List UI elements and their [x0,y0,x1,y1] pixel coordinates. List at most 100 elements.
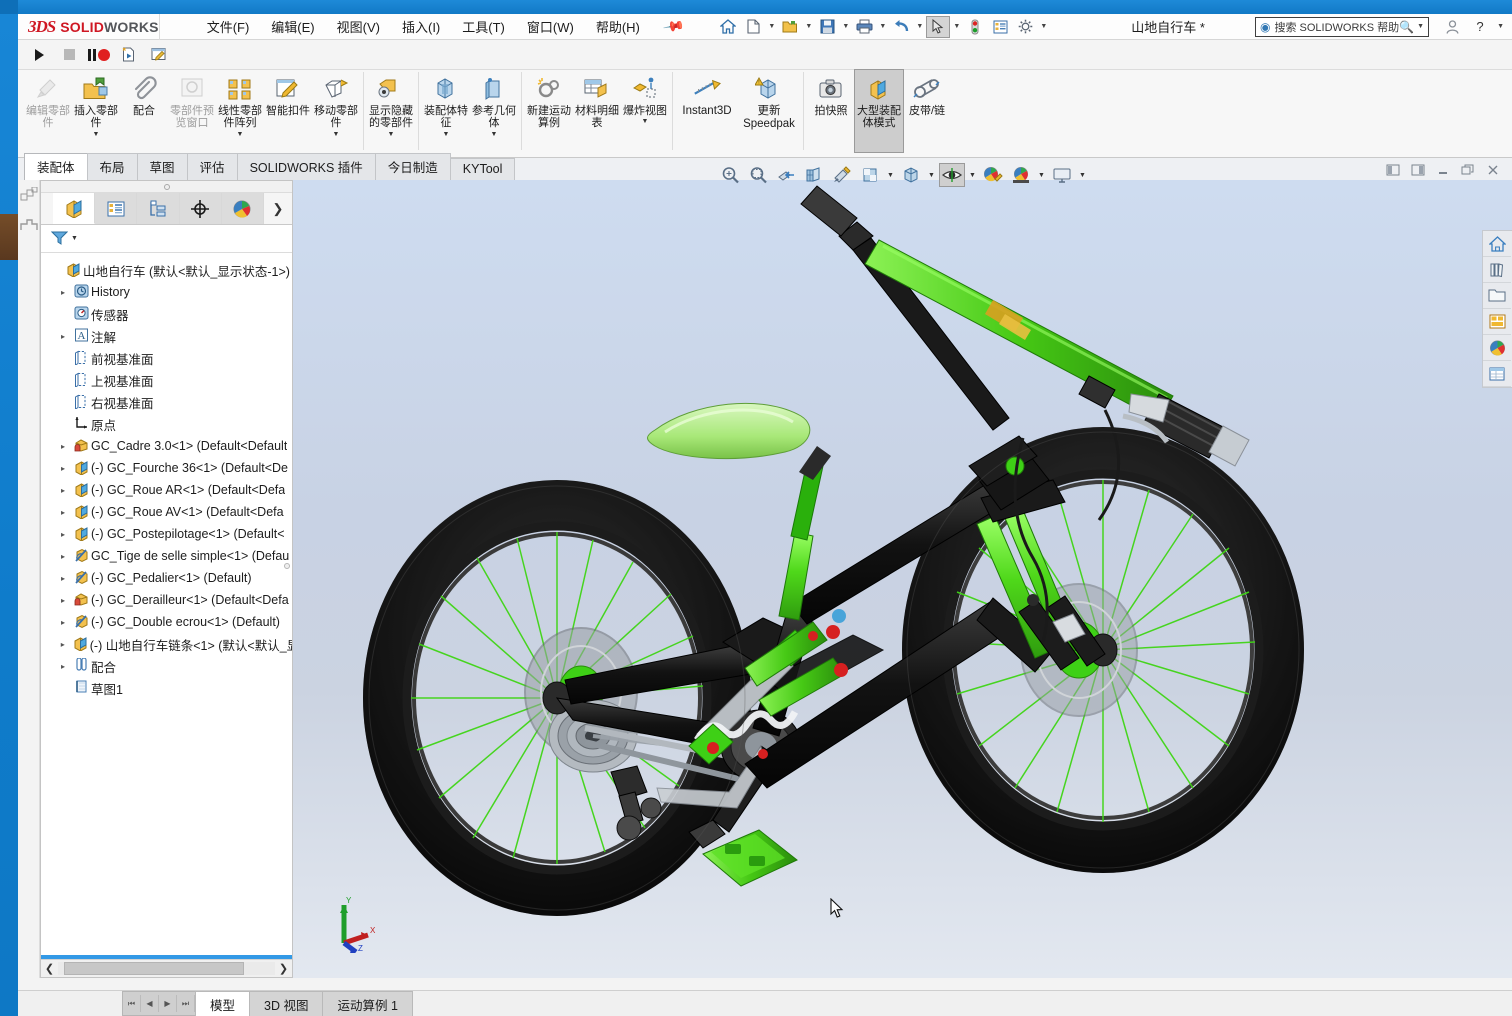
assembly-features-button[interactable]: 装配体特征 ▼ [422,70,470,152]
splitter-handle[interactable] [163,183,170,190]
tree-item-right-plane[interactable]: 右视基准面 [41,391,292,413]
update-speedpak-button[interactable]: ! 更新 Speedpak [738,70,800,152]
instant3d-button[interactable]: Instant3D [676,70,738,152]
configuration-manager-tab[interactable] [137,193,180,224]
view-palette-icon[interactable] [1483,309,1511,335]
view-orientation-icon[interactable] [801,163,827,187]
restore-document-icon[interactable] [1457,160,1479,180]
close-document-icon[interactable] [1482,160,1504,180]
exploded-view-caret[interactable]: ▼ [642,118,649,125]
edit-appearance-icon[interactable] [980,163,1006,187]
minimize-document-icon[interactable] [1432,160,1454,180]
tree-expand-roue-av[interactable]: ▸ [55,508,71,517]
new-motion-study-button[interactable]: 新建运动算例 [525,70,573,152]
gear-icon[interactable] [1013,16,1037,38]
help-search-caret[interactable]: ▼ [1417,23,1424,30]
chevron-right-icon[interactable]: ❯ [275,962,292,975]
previous-tab-button[interactable]: ◀ [141,995,159,1012]
tree-expand-history[interactable]: ▸ [55,288,71,297]
stop-button[interactable] [58,44,80,66]
tree-root-assembly[interactable]: 山地自行车 (默认<默认_显示状态-1>) [41,259,292,281]
apply-scene-palette-icon[interactable] [1008,163,1034,187]
tree-item-gc-cadre[interactable]: ▸ GC_Cadre 3.0<1> (Default<Default [41,435,292,457]
print-caret[interactable]: ▼ [877,16,888,38]
linear-pattern-caret[interactable]: ▼ [237,131,244,138]
tree-expand-mates[interactable]: ▸ [55,662,71,671]
save-caret[interactable]: ▼ [840,16,851,38]
tree-scroll-grip[interactable] [284,563,290,569]
tree-item-gc-postepilotage[interactable]: ▸ (-) GC_Postepilotage<1> (Default< [41,523,292,545]
restore-panel-right-icon[interactable] [1407,160,1429,180]
tree-item-bike-chain[interactable]: ▸ (-) 山地自行车链条<1> (默认<默认_显 [41,633,292,655]
linear-component-pattern-button[interactable]: 线性零部件阵列 ▼ [216,70,264,152]
view-display-caret[interactable]: ▼ [1077,163,1088,187]
edit-component-button[interactable]: 编辑零部件 [24,70,72,152]
hscroll-thumb[interactable] [64,962,244,975]
tree-expand-double-ecrou[interactable]: ▸ [55,618,71,627]
tree-horizontal-scrollbar[interactable]: ❮ ❯ [41,959,292,977]
tree-item-gc-roue-ar[interactable]: ▸ (-) GC_Roue AR<1> (Default<Defa [41,479,292,501]
property-manager-tab[interactable] [95,193,138,224]
new-document-icon[interactable] [741,16,765,38]
appearances-scenes-icon[interactable] [1483,335,1511,361]
structural-member-icon[interactable] [18,210,40,240]
menu-tools[interactable]: 工具(T) [451,14,516,39]
display-manager-tab[interactable] [221,193,264,224]
open-folder-icon[interactable] [778,16,802,38]
play-button[interactable] [28,44,50,66]
tree-item-gc-roue-av[interactable]: ▸ (-) GC_Roue AV<1> (Default<Defa [41,501,292,523]
home-icon[interactable] [716,16,740,38]
macro-new-icon[interactable] [118,44,140,66]
large-assembly-mode-button[interactable]: 大型装配体模式 [854,69,904,153]
filter-caret[interactable]: ▼ [71,235,78,242]
traffic-light-icon[interactable] [963,16,987,38]
assembly-features-caret[interactable]: ▼ [443,131,450,138]
tab-layout[interactable]: 布局 [86,153,138,180]
panel-splitter[interactable] [41,181,292,193]
tree-item-gc-derailleur[interactable]: ▸ (-) GC_Derailleur<1> (Default<Defa [41,589,292,611]
menu-file[interactable]: 文件(F) [196,14,261,39]
belt-chain-button[interactable]: 皮带/链 [903,70,951,152]
first-tab-button[interactable]: ⏮ [123,995,141,1012]
component-preview-window-button[interactable]: 零部件预览窗口 [168,70,216,152]
help-caret[interactable]: ▼ [1495,16,1506,38]
insert-component-button[interactable]: 插入零部件 ▼ [72,70,120,152]
reference-geometry-caret[interactable]: ▼ [491,131,498,138]
bottom-tab-motion-study-1[interactable]: 运动算例 1 [322,991,413,1016]
undo-icon[interactable] [889,16,913,38]
filter-icon[interactable] [50,230,69,248]
tree-item-front-plane[interactable]: 前视基准面 [41,347,292,369]
account-icon[interactable] [1439,16,1465,38]
pushpin-icon[interactable]: 📌 [662,15,685,39]
show-hidden-caret[interactable]: ▼ [388,131,395,138]
featuremanager-design-tree-tab[interactable] [53,193,96,224]
help-search-input[interactable]: 搜索 SOLIDWORKS 帮助 [1274,19,1399,35]
tree-item-annotations[interactable]: ▸ A 注解 [41,325,292,347]
bottom-tab-3d-views[interactable]: 3D 视图 [249,991,324,1016]
file-explorer-icon[interactable] [1483,283,1511,309]
tree-item-sketch1[interactable]: 草图1 [41,677,292,699]
graphics-viewport[interactable]: Y X Z [293,180,1512,978]
magnifier-icon[interactable]: 🔍 [1399,20,1414,34]
help-search-box[interactable]: ◉ 搜索 SOLIDWORKS 帮助 🔍 ▼ [1254,16,1430,37]
print-icon[interactable] [852,16,876,38]
apply-scene-caret[interactable]: ▼ [1036,163,1047,187]
save-icon[interactable] [815,16,839,38]
move-component-caret[interactable]: ▼ [333,131,340,138]
section-view-icon[interactable] [773,163,799,187]
custom-properties-icon[interactable] [1483,361,1511,387]
tree-item-mates[interactable]: ▸ 配合 [41,655,292,677]
chevron-left-icon[interactable]: ❮ [41,962,58,975]
tab-assembly[interactable]: 装配体 [24,153,88,180]
insert-component-caret[interactable]: ▼ [93,131,100,138]
design-library-home-icon[interactable] [1483,231,1511,257]
menu-insert[interactable]: 插入(I) [391,14,451,39]
tree-expand-pedalier[interactable]: ▸ [55,574,71,583]
select-cursor-icon[interactable] [926,15,951,38]
tree-expand-tige[interactable]: ▸ [55,552,71,561]
weldment-icon[interactable] [18,180,40,210]
select-caret[interactable]: ▼ [951,16,962,38]
exploded-view-button[interactable]: 爆炸视图 ▼ [621,70,669,152]
view-setting-display-icon[interactable] [1049,163,1075,187]
solidworks-logo[interactable]: 3DS SOLIDWORKS [18,13,160,40]
